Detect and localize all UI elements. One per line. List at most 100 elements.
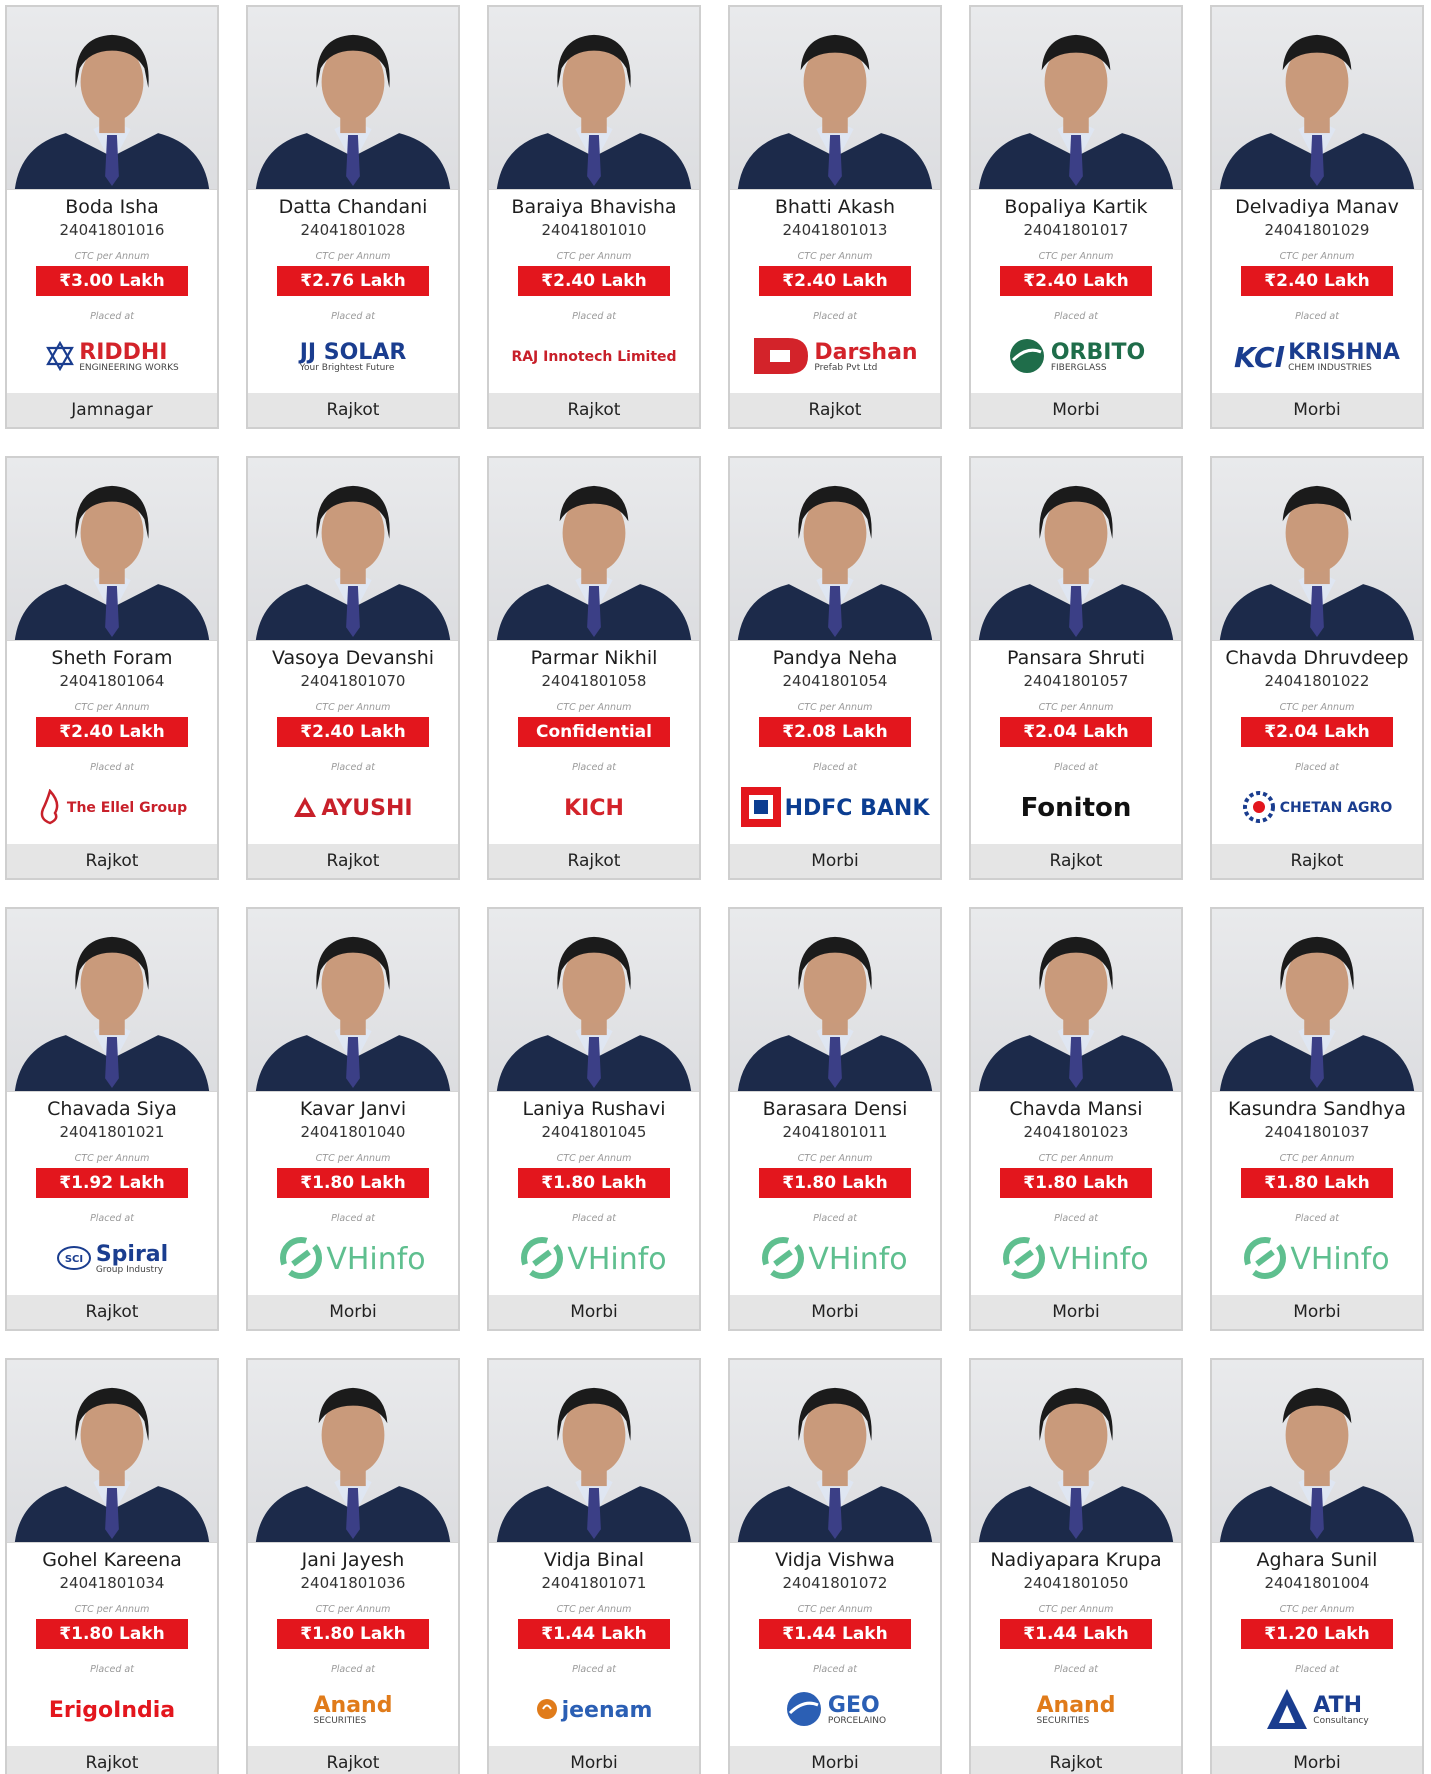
enrollment-number: 24041801028 (300, 221, 406, 239)
enrollment-number: 24041801036 (300, 1574, 406, 1592)
salary-badge: ₹1.80 Lakh (1241, 1168, 1393, 1198)
city-label: Morbi (1212, 393, 1422, 427)
ctc-label: CTC per Annum (1038, 702, 1114, 713)
student-photo (971, 1360, 1181, 1543)
salary-badge: ₹2.04 Lakh (1241, 717, 1393, 747)
student-photo (971, 7, 1181, 190)
city-label: Rajkot (248, 844, 458, 878)
city-label: Rajkot (7, 844, 217, 878)
ctc-label: CTC per Annum (74, 702, 150, 713)
student-photo (248, 909, 458, 1092)
student-card: Pansara Shruti 24041801057 CTC per Annum ₹2… (969, 456, 1183, 880)
student-name: Bhatti Akash (774, 196, 896, 218)
company-name: Spiral (95, 1242, 169, 1268)
link-icon (762, 1236, 805, 1283)
student-card: Bopaliya Kartik 24041801017 CTC per Annum ₹… (969, 5, 1183, 429)
student-photo (1212, 909, 1422, 1092)
enrollment-number: 24041801057 (1023, 672, 1129, 690)
city-label: Morbi (1212, 1746, 1422, 1774)
company-subtitle: Consultancy (1313, 1716, 1369, 1727)
student-card: Delvadiya Manav 24041801029 CTC per Annum ₹… (1210, 5, 1424, 429)
company-name: jeenam (561, 1697, 653, 1723)
student-name: Pansara Shruti (1006, 647, 1145, 669)
placed-label: Placed at (572, 1664, 616, 1675)
ctc-label: CTC per Annum (1279, 1153, 1355, 1164)
student-card: Vidja Vishwa 24041801072 CTC per Annum ₹1.4… (728, 1358, 942, 1774)
city-label: Rajkot (7, 1746, 217, 1774)
company-subtitle: FIBERGLASS (1050, 363, 1107, 374)
company-subtitle: Your Brightest Future (299, 363, 395, 374)
placed-label: Placed at (1054, 1664, 1098, 1675)
placed-label: Placed at (1295, 1213, 1339, 1224)
salary-badge: ₹1.80 Lakh (277, 1619, 429, 1649)
city-label: Morbi (248, 1295, 458, 1329)
ctc-label: CTC per Annum (315, 251, 391, 262)
sci-icon: SCI (56, 1245, 92, 1275)
student-card: Baraiya Bhavisha 24041801010 CTC per Annum… (487, 5, 701, 429)
city-label: Rajkot (7, 1295, 217, 1329)
student-card: Aghara Sunil 24041801004 CTC per Annum ₹1.2… (1210, 1358, 1424, 1774)
student-photo (730, 909, 940, 1092)
student-card: Nadiyapara Krupa 24041801050 CTC per Annum… (969, 1358, 1183, 1774)
enrollment-number: 24041801017 (1023, 221, 1129, 239)
salary-badge: ₹1.92 Lakh (36, 1168, 188, 1198)
student-card: Jani Jayesh 24041801036 CTC per Annum ₹1.80… (246, 1358, 460, 1774)
salary-badge: ₹2.08 Lakh (759, 717, 911, 747)
link-icon (1003, 1236, 1046, 1283)
salary-badge: ₹2.76 Lakh (277, 266, 429, 296)
student-name: Aghara Sunil (1256, 1549, 1378, 1571)
hdfc-icon (740, 786, 781, 831)
student-card: Pandya Neha 24041801054 CTC per Annum ₹2.08… (728, 456, 942, 880)
student-card: Kavar Janvi 24041801040 CTC per Annum ₹1.80… (246, 907, 460, 1331)
company-name: AYUSHI (321, 795, 413, 821)
placed-label: Placed at (1295, 311, 1339, 322)
salary-badge: ₹1.20 Lakh (1241, 1619, 1393, 1649)
company-logo: VHinfo (730, 1224, 940, 1295)
student-name: Vasoya Devanshi (271, 647, 435, 669)
placed-label: Placed at (572, 311, 616, 322)
flame-icon (37, 788, 63, 829)
city-label: Morbi (730, 1295, 940, 1329)
student-card: Parmar Nikhil 24041801058 CTC per Annum Con… (487, 456, 701, 880)
globe-icon (1007, 336, 1047, 380)
company-name: HDFC BANK (784, 795, 930, 821)
enrollment-number: 24041801050 (1023, 1574, 1129, 1592)
salary-badge: Confidential (518, 717, 670, 747)
salary-badge: ₹2.40 Lakh (1241, 266, 1393, 296)
placed-label: Placed at (813, 1213, 857, 1224)
student-grid: Boda Isha 24041801016 CTC per Annum ₹3.00 L… (0, 0, 1431, 1774)
student-photo (489, 1360, 699, 1543)
enrollment-number: 24041801070 (300, 672, 406, 690)
company-logo: CHETAN AGRO (1212, 773, 1422, 844)
company-subtitle: PORCELAINO (827, 1716, 887, 1727)
salary-badge: ₹1.44 Lakh (759, 1619, 911, 1649)
company-subtitle: SECURITIES (1036, 1716, 1090, 1727)
company-logo: RIDDHI ENGINEERING WORKS (7, 322, 217, 393)
student-name: Laniya Rushavi (522, 1098, 666, 1120)
student-name: Nadiyapara Krupa (990, 1549, 1162, 1571)
company-logo: Anand SECURITIES (971, 1675, 1181, 1746)
salary-badge: ₹2.04 Lakh (1000, 717, 1152, 747)
salary-badge: ₹1.44 Lakh (1000, 1619, 1152, 1649)
placed-label: Placed at (572, 1213, 616, 1224)
company-logo: KICH (489, 773, 699, 844)
student-name: Chavda Mansi (1009, 1098, 1143, 1120)
student-photo (489, 909, 699, 1092)
ctc-label: CTC per Annum (1279, 1604, 1355, 1615)
company-name: KRISHNA (1288, 340, 1400, 366)
city-label: Rajkot (1212, 844, 1422, 878)
company-logo: Anand SECURITIES (248, 1675, 458, 1746)
city-label: Morbi (730, 844, 940, 878)
company-name: Darshan (814, 340, 918, 366)
city-label: Rajkot (489, 844, 699, 878)
student-card: Bhatti Akash 24041801013 CTC per Annum ₹2.4… (728, 5, 942, 429)
enrollment-number: 24041801011 (782, 1123, 888, 1141)
student-name: Delvadiya Manav (1235, 196, 1399, 218)
company-name: KICH (564, 795, 624, 821)
salary-badge: ₹1.80 Lakh (36, 1619, 188, 1649)
company-subtitle: CHEM INDUSTRIES (1288, 363, 1372, 374)
student-photo (7, 909, 217, 1092)
city-label: Rajkot (248, 1746, 458, 1774)
placed-label: Placed at (331, 1664, 375, 1675)
company-logo: HDFC BANK (730, 773, 940, 844)
